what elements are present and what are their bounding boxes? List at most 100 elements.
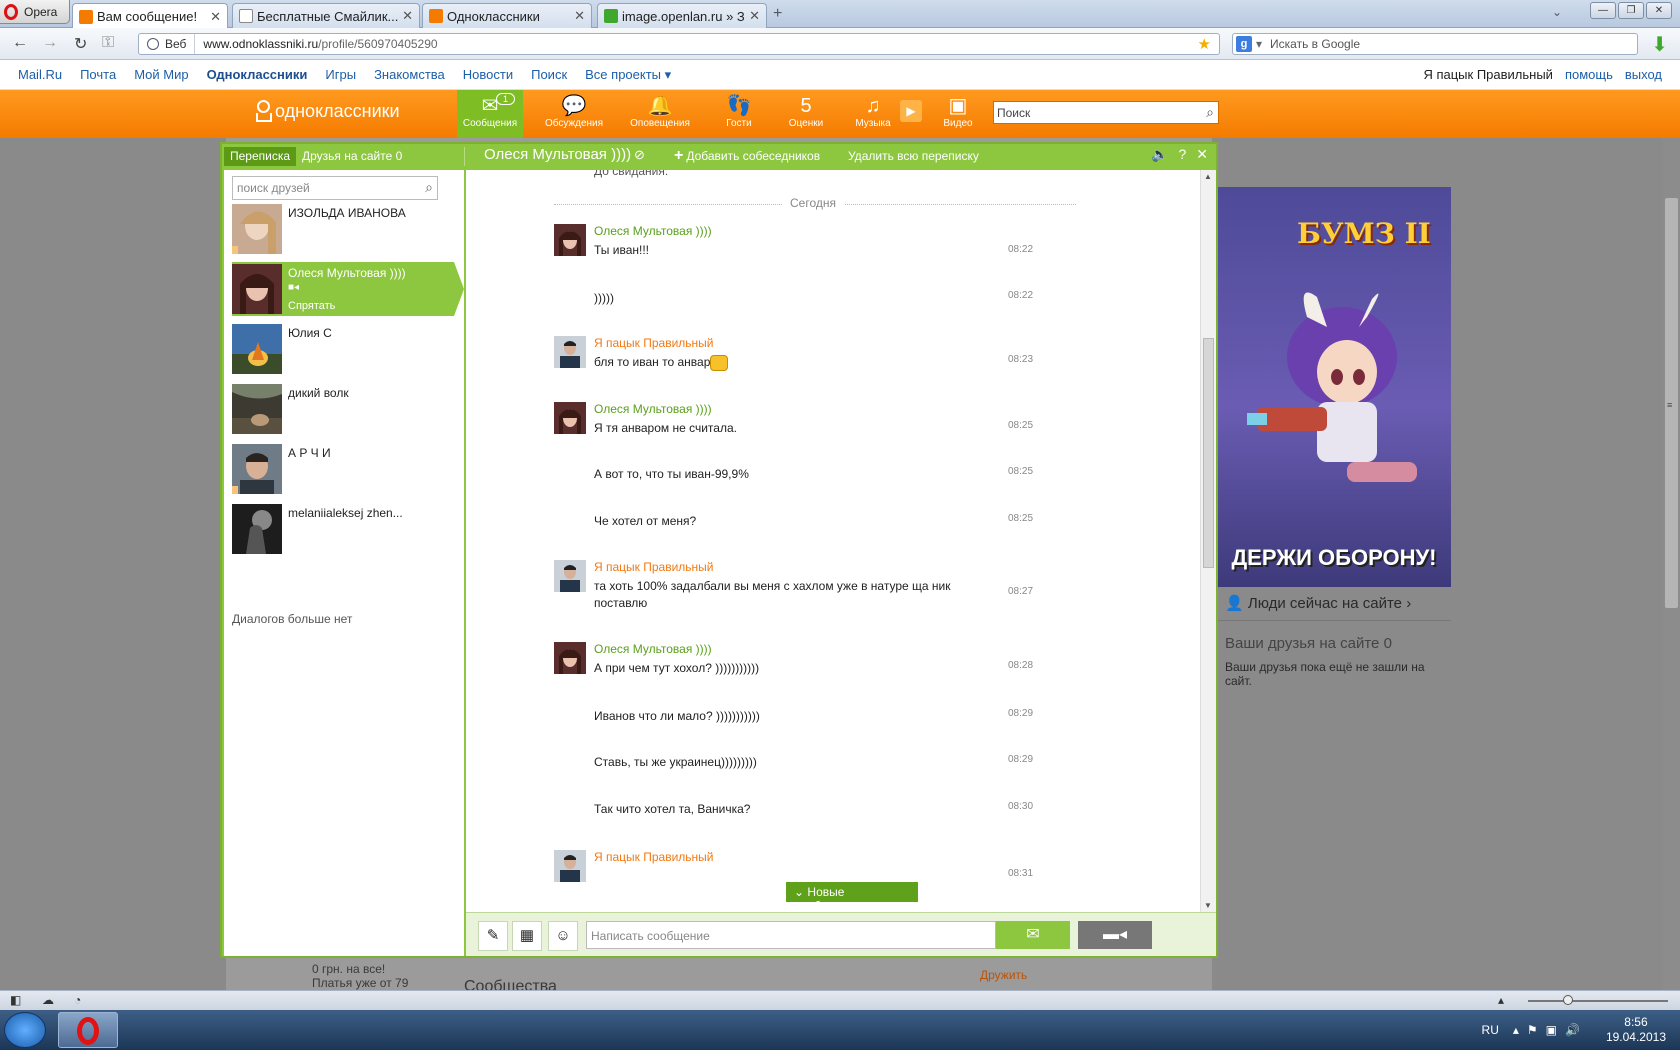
befriend-link[interactable]: Дружить — [980, 968, 1027, 982]
new-tab-button[interactable]: + — [773, 5, 782, 23]
tab-openlan[interactable]: image.openlan.ru » Заг... ✕ — [597, 3, 767, 28]
tab-odnoklassniki[interactable]: Одноклассники ✕ — [422, 3, 592, 28]
chevron-down-icon[interactable]: ▾ — [1256, 37, 1262, 51]
sound-icon[interactable]: 🔈 — [1151, 146, 1168, 163]
cloud-icon[interactable]: ☁ — [42, 993, 54, 1007]
contact-item[interactable]: melaniialeksej zhen... — [232, 502, 454, 556]
nav-ratings[interactable]: 5 Оценки — [773, 90, 839, 138]
portal-link-search[interactable]: Поиск — [531, 67, 567, 82]
nav-music[interactable]: ♫ Музыка — [840, 90, 906, 138]
delete-all-button[interactable]: Удалить всю переписку — [848, 149, 979, 163]
ok-search-input[interactable]: Поиск ⌕ — [993, 101, 1219, 124]
portal-username[interactable]: Я пацык Правильный — [1423, 67, 1552, 82]
music-play-icon[interactable]: ▶ — [900, 100, 922, 122]
video-camera-icon[interactable]: ■◂ — [288, 282, 299, 293]
portal-link-mailru[interactable]: Mail.Ru — [18, 67, 62, 82]
message-scroll-thumb[interactable] — [1203, 338, 1214, 568]
search-icon[interactable]: ⌕ — [1206, 104, 1214, 121]
search-engine-field[interactable]: g ▾ Искать в Google — [1232, 33, 1638, 55]
portal-link-dating[interactable]: Знакомства — [374, 67, 445, 82]
contact-item[interactable]: Юлия С — [232, 322, 454, 376]
game-ad-banner[interactable]: БУМЗ II ДЕРЖИ ОБОРОНУ! — [1217, 187, 1451, 587]
close-tab-icon[interactable]: ✕ — [402, 8, 413, 24]
zoom-slider-handle[interactable] — [1563, 995, 1573, 1005]
tab-conversations[interactable]: Переписка — [224, 147, 297, 166]
contact-item[interactable]: дикий волк — [232, 382, 454, 436]
key-icon[interactable]: ⚿ — [102, 34, 114, 52]
message-input[interactable]: Написать сообщение — [586, 921, 996, 949]
back-arrow-icon[interactable]: ← — [12, 34, 28, 52]
close-icon[interactable]: ✕ — [1196, 146, 1208, 163]
contact-item-selected[interactable]: Олеся Мультовая )))) ■◂ Спрятать — [232, 262, 464, 316]
people-online-link[interactable]: 👤 Люди сейчас на сайте › — [1217, 590, 1451, 621]
ok-logo[interactable]: одноклассники — [255, 100, 400, 122]
pencil-icon[interactable]: ✎ — [478, 921, 508, 951]
scroll-down-icon[interactable]: ▼ — [1204, 901, 1212, 910]
nav-notifications[interactable]: 🔔 Оповещения — [627, 90, 693, 138]
friends-search-input[interactable]: поиск друзей ⌕ — [232, 176, 438, 200]
zoom-menu-icon[interactable]: ▴ — [1498, 993, 1504, 1007]
avatar[interactable] — [554, 402, 586, 434]
add-participants-button[interactable]: + Добавить собеседников — [674, 148, 820, 164]
avatar[interactable] — [554, 336, 586, 368]
page-scrollbar[interactable]: ≡ — [1663, 138, 1680, 990]
message-author[interactable]: Олеся Мультовая )))) — [594, 402, 712, 416]
tray-icons[interactable]: ▴⚑▣🔊 — [1513, 1023, 1588, 1037]
taskbar-opera-button[interactable] — [58, 1012, 118, 1048]
address-field[interactable]: Веб www.odnoklassniki.ru/profile/5609704… — [138, 33, 1220, 55]
message-author[interactable]: Я пацык Правильный — [594, 850, 714, 864]
block-icon[interactable]: ⊘ — [634, 147, 645, 163]
avatar[interactable] — [554, 642, 586, 674]
bookmark-star-icon[interactable]: ★ — [1198, 35, 1211, 53]
message-scrollbar[interactable]: ▲ ▼ — [1200, 170, 1216, 912]
scroll-up-icon[interactable]: ▲ — [1204, 172, 1212, 181]
logout-link[interactable]: выход — [1625, 67, 1662, 82]
avatar[interactable] — [554, 560, 586, 592]
message-author[interactable]: Я пацык Правильный — [594, 560, 714, 574]
portal-link-all-projects[interactable]: Все проекты ▾ — [585, 67, 671, 83]
close-tab-icon[interactable]: ✕ — [210, 9, 221, 25]
tab-smileys[interactable]: Бесплатные Смайлик... ✕ — [232, 3, 420, 28]
contact-item[interactable]: А Р Ч И — [232, 442, 454, 496]
hide-contact-link[interactable]: Спрятать — [288, 300, 335, 312]
portal-link-news[interactable]: Новости — [463, 67, 513, 82]
forward-arrow-icon[interactable]: → — [42, 34, 58, 52]
reload-icon[interactable]: ↻ — [74, 34, 87, 54]
new-messages-button[interactable]: ⌄ Новые сообщения — [786, 882, 918, 912]
panel-toggle-icon[interactable]: ◧ — [10, 993, 21, 1007]
nav-video[interactable]: ▣ Видео — [925, 90, 991, 138]
message-author[interactable]: Олеся Мультовая )))) — [594, 642, 712, 656]
video-call-button[interactable]: ▬◂ — [1078, 921, 1152, 949]
start-button[interactable] — [4, 1012, 46, 1048]
send-button[interactable]: ✉ — [996, 921, 1070, 949]
portal-link-games[interactable]: Игры — [325, 67, 356, 82]
smiley-picker-icon[interactable]: ☺ — [548, 921, 578, 951]
help-icon[interactable]: ? — [1178, 146, 1186, 163]
zoom-slider[interactable] — [1528, 1000, 1668, 1002]
close-tab-icon[interactable]: ✕ — [749, 8, 760, 24]
avatar[interactable] — [554, 224, 586, 256]
message-author[interactable]: Я пацык Правильный — [594, 336, 714, 350]
download-arrow-icon[interactable]: ⬇ — [1651, 32, 1668, 57]
portal-link-myworld[interactable]: Мой Мир — [134, 67, 188, 82]
close-tab-icon[interactable]: ✕ — [574, 8, 585, 24]
nav-discussions[interactable]: 💬 Обсуждения — [541, 90, 607, 138]
portal-link-mail[interactable]: Почта — [80, 67, 116, 82]
opera-menu-button[interactable]: Opera — [0, 0, 70, 24]
sticker-icon[interactable]: ▦ — [512, 921, 542, 951]
avatar[interactable] — [554, 850, 586, 882]
google-icon[interactable]: g — [1236, 36, 1252, 52]
message-author[interactable]: Олеся Мультовая )))) — [594, 224, 712, 238]
web-badge[interactable]: Веб — [139, 34, 196, 54]
tab-list-chevron-icon[interactable]: ⌄ — [1552, 5, 1562, 19]
nav-messages[interactable]: ✉ Сообщения 1 — [457, 90, 523, 138]
help-link[interactable]: помощь — [1565, 67, 1613, 82]
nav-guests[interactable]: 👣 Гости — [706, 90, 772, 138]
restore-button[interactable]: ❐ — [1618, 2, 1644, 19]
portal-link-odnoklassniki[interactable]: Одноклассники — [207, 67, 308, 82]
speed-dial-icon[interactable]: ◔ — [74, 993, 81, 1007]
clock[interactable]: 8:56 19.04.2013 — [1606, 1015, 1666, 1045]
tab-messages[interactable]: Вам сообщение! ✕ — [72, 3, 228, 29]
close-window-button[interactable]: ✕ — [1646, 2, 1672, 19]
language-indicator[interactable]: RU — [1482, 1023, 1499, 1037]
